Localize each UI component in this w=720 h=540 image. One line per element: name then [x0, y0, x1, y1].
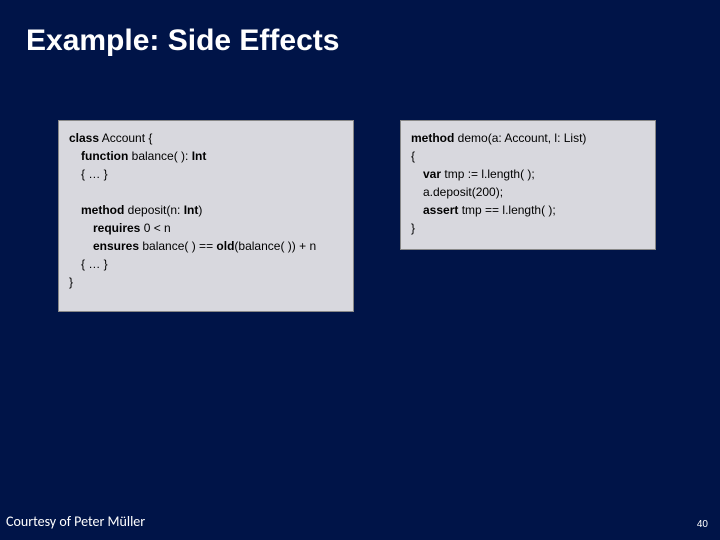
kw: class: [69, 131, 99, 145]
code-line: function balance( ): Int: [69, 147, 343, 165]
code-text: deposit(n:: [124, 203, 183, 217]
code-line: { … }: [69, 255, 343, 273]
kw: assert: [423, 203, 458, 217]
code-text: demo(a: Account, l: List): [454, 131, 586, 145]
code-block-right: method demo(a: Account, l: List) { var t…: [400, 120, 656, 250]
code-text: Account {: [99, 131, 152, 145]
slide-title: Example: Side Effects: [26, 24, 339, 58]
kw: function: [81, 149, 128, 163]
code-line: method deposit(n: Int): [69, 201, 343, 219]
code-text: balance( ):: [128, 149, 191, 163]
kw: method: [81, 203, 124, 217]
kw: method: [411, 131, 454, 145]
code-line: }: [411, 219, 645, 237]
kw: old: [216, 239, 234, 253]
blank-line: [69, 183, 343, 201]
code-line: {: [411, 147, 645, 165]
code-text: tmp == l.length( );: [458, 203, 555, 217]
code-line: ensures balance( ) == old(balance( )) + …: [69, 237, 343, 255]
code-line: assert tmp == l.length( );: [411, 201, 645, 219]
code-block-left: class Account { function balance( ): Int…: [58, 120, 354, 312]
kw: Int: [184, 203, 199, 217]
code-line: requires 0 < n: [69, 219, 343, 237]
code-line: class Account {: [69, 129, 343, 147]
code-line: }: [69, 273, 343, 291]
kw: Int: [192, 149, 207, 163]
footer-credit: Courtesy of Peter Müller: [6, 513, 145, 530]
code-line: a.deposit(200);: [411, 183, 645, 201]
code-text: ): [198, 203, 202, 217]
kw: requires: [93, 221, 140, 235]
code-text: tmp := l.length( );: [441, 167, 535, 181]
code-line: method demo(a: Account, l: List): [411, 129, 645, 147]
code-line: var tmp := l.length( );: [411, 165, 645, 183]
kw: ensures: [93, 239, 139, 253]
code-line: { … }: [69, 165, 343, 183]
code-text: balance( ) ==: [139, 239, 216, 253]
code-text: 0 < n: [140, 221, 170, 235]
code-text: (balance( )) + n: [234, 239, 316, 253]
kw: var: [423, 167, 441, 181]
page-number: 40: [697, 519, 708, 530]
